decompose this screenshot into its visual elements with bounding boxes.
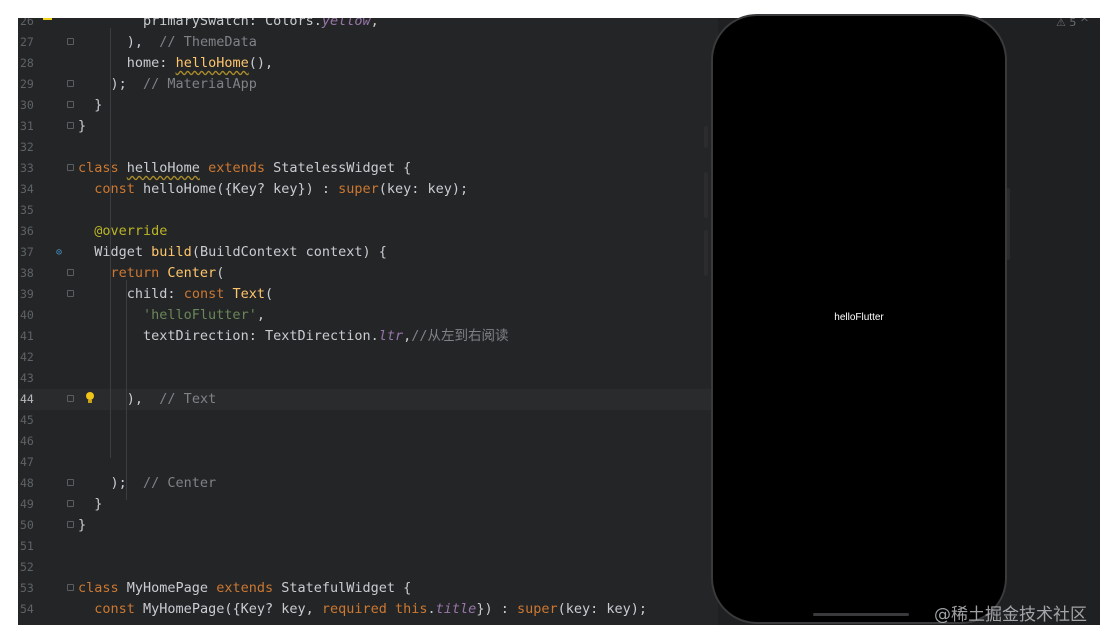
line-number: 27 — [20, 35, 34, 49]
fold-marker-icon[interactable] — [67, 38, 74, 45]
fold-marker-icon[interactable] — [67, 584, 74, 591]
fold-marker-icon[interactable] — [67, 395, 74, 402]
fold-marker-icon[interactable] — [67, 164, 74, 171]
code-text: ); // Center — [110, 475, 217, 491]
line-number: 42 — [20, 350, 34, 364]
code-text: textDirection: TextDirection.ltr,//从左到右阅… — [143, 328, 509, 344]
fold-marker-icon[interactable] — [67, 479, 74, 486]
watermark: @稀土掘金技术社区 — [934, 605, 1087, 625]
phone-mute-switch — [704, 126, 708, 148]
code-text: primarySwatch: Colors.yellow, — [143, 18, 379, 29]
line-number: 26 — [20, 18, 34, 28]
code-text: } — [94, 97, 103, 113]
code-text: 'helloFlutter', — [143, 307, 265, 323]
code-text: ), // Text — [126, 391, 217, 407]
code-text: ), // ThemeData — [126, 34, 257, 50]
line-number: 30 — [20, 98, 34, 112]
color-swatch-icon — [43, 18, 52, 20]
line-number: 54 — [20, 602, 34, 616]
code-text: } — [94, 496, 103, 512]
code-text: class MyHomePage extends StatefulWidget … — [78, 580, 412, 596]
line-number: 43 — [20, 371, 34, 385]
code-text: const helloHome({Key? key}) : super(key:… — [94, 181, 469, 197]
line-number: 53 — [20, 581, 34, 595]
line-number: 39 — [20, 287, 34, 301]
fold-marker-icon[interactable] — [67, 269, 74, 276]
fold-marker-icon[interactable] — [67, 101, 74, 108]
line-number: 38 — [20, 266, 34, 280]
editor-status-icons: ⚠ 5 ^ — [1056, 18, 1090, 29]
line-number: 32 — [20, 140, 34, 154]
line-number: 36 — [20, 224, 34, 238]
line-number: 35 — [20, 203, 34, 217]
code-text: Widget build(BuildContext context) { — [94, 244, 387, 260]
indent-guide — [110, 28, 111, 458]
line-number: 52 — [20, 560, 34, 574]
code-text: class helloHome extends StatelessWidget … — [78, 160, 412, 176]
line-number: 49 — [20, 497, 34, 511]
line-number: 41 — [20, 329, 34, 343]
line-number: 40 — [20, 308, 34, 322]
line-number: 46 — [20, 434, 34, 448]
fold-marker-icon[interactable] — [67, 290, 74, 297]
code-text: home: helloHome(), — [126, 55, 274, 71]
line-number: 28 — [20, 56, 34, 70]
code-text: } — [78, 118, 87, 134]
line-number: 33 — [20, 161, 34, 175]
code-editor[interactable]: 26 primarySwatch: Colors.yellow, 27 ), //… — [18, 18, 1100, 625]
line-number: 44 — [20, 392, 34, 406]
fold-marker-icon[interactable] — [67, 80, 74, 87]
fold-marker-icon[interactable] — [67, 122, 74, 129]
line-number: 29 — [20, 77, 34, 91]
home-indicator — [813, 613, 909, 616]
code-text: ); // MaterialApp — [110, 76, 257, 92]
fold-marker-icon[interactable] — [67, 521, 74, 528]
phone-volume-up — [704, 172, 708, 218]
line-number: 37 — [20, 245, 34, 259]
line-number: 48 — [20, 476, 34, 490]
line-number: 47 — [20, 455, 34, 469]
phone-simulator[interactable]: helloFlutter — [711, 14, 1007, 624]
line-number: 34 — [20, 182, 34, 196]
fold-marker-icon[interactable] — [67, 500, 74, 507]
line-number: 51 — [20, 539, 34, 553]
code-text: child: const Text( — [126, 286, 274, 302]
code-text: return Center( — [110, 265, 225, 281]
line-number: 31 — [20, 119, 34, 133]
phone-volume-down — [704, 230, 708, 276]
code-text: @override — [94, 223, 168, 239]
indent-guide — [126, 280, 127, 500]
line-number: 45 — [20, 413, 34, 427]
code-text: const MyHomePage({Key? key, required thi… — [94, 601, 647, 617]
code-text: } — [78, 517, 87, 533]
override-marker-icon[interactable]: ⊙ — [56, 242, 62, 263]
app-hello-text: helloFlutter — [834, 312, 884, 323]
line-number: 50 — [20, 518, 34, 532]
